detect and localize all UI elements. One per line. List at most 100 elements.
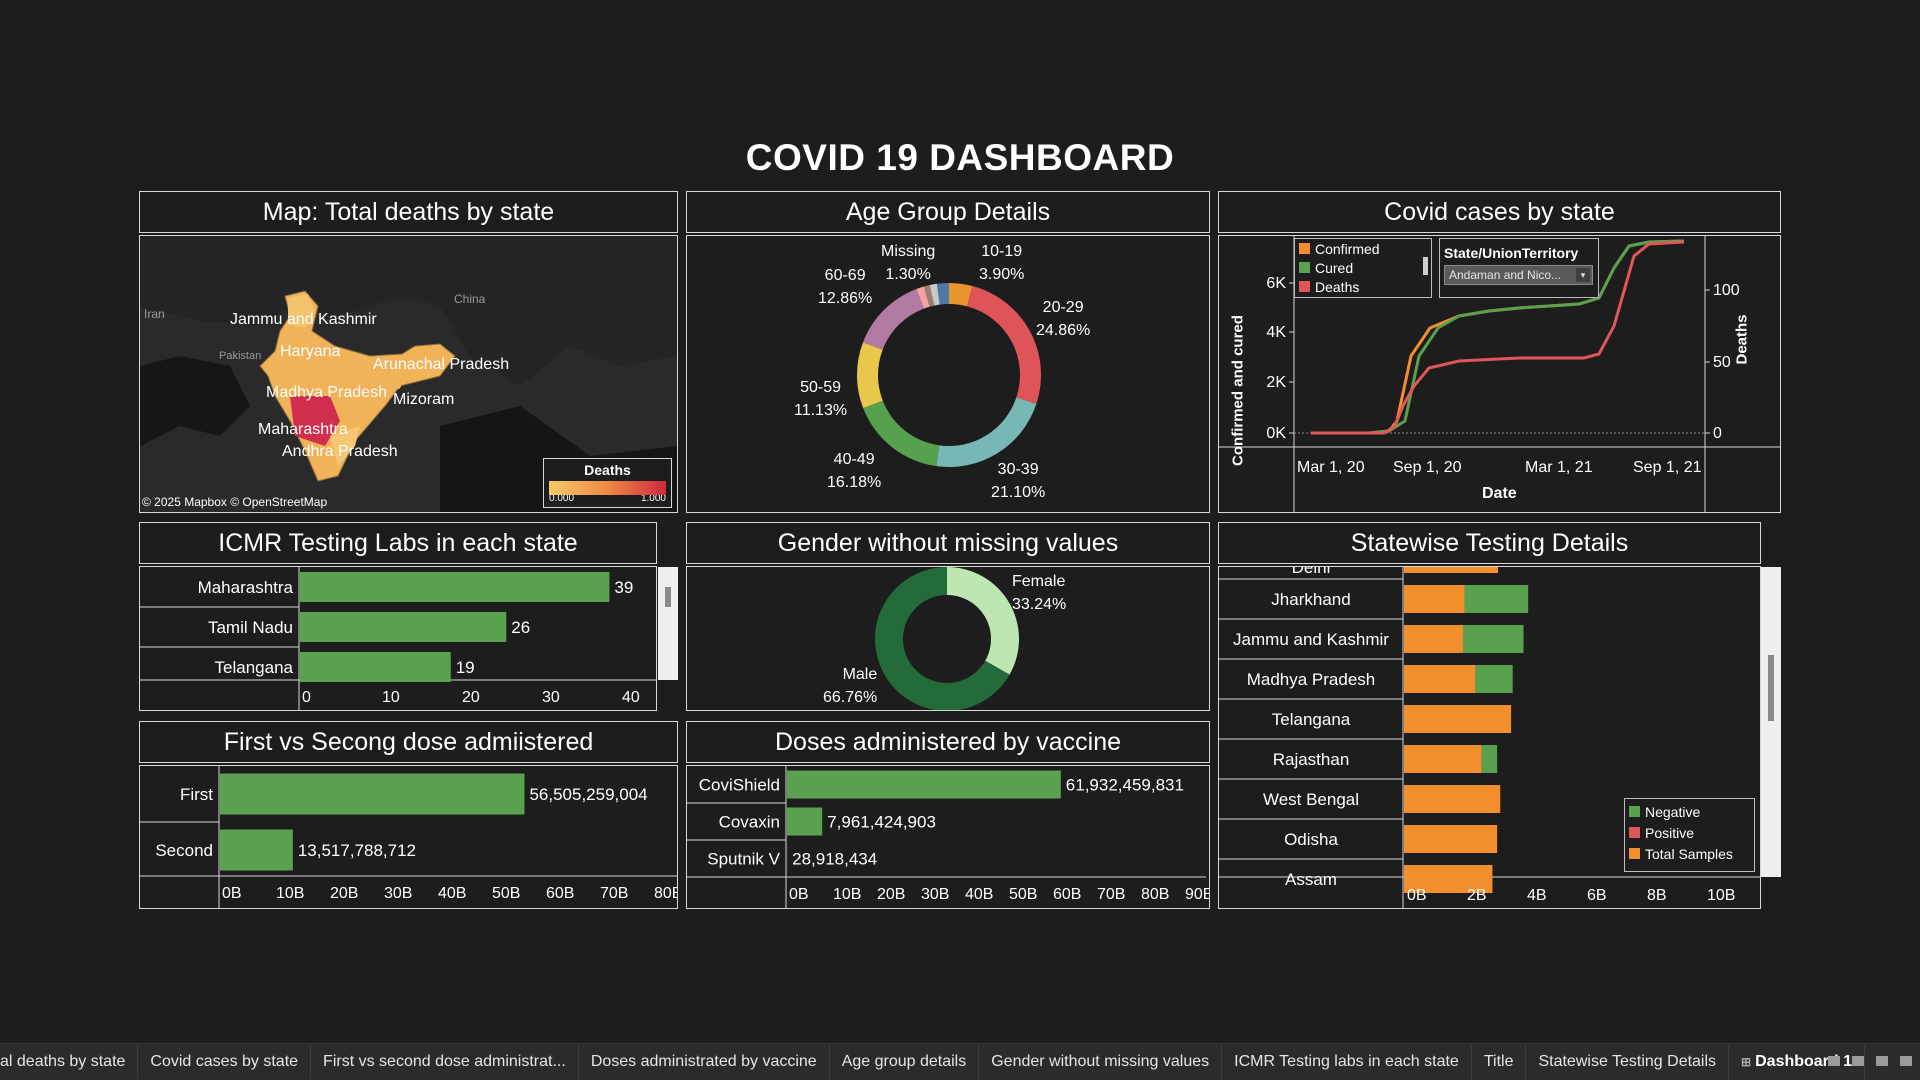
statewise-bar-total[interactable] bbox=[1404, 745, 1482, 773]
tab-covid-cases[interactable]: Covid cases by state bbox=[138, 1045, 312, 1079]
statewise-bar-total[interactable] bbox=[1404, 705, 1512, 733]
legend-confirmed[interactable]: Confirmed bbox=[1295, 239, 1431, 258]
legend-total-samples[interactable]: Total Samples bbox=[1625, 843, 1754, 864]
statewise-tick: 10B bbox=[1707, 887, 1735, 904]
vaccine-bar[interactable] bbox=[787, 807, 823, 836]
tab-title[interactable]: Title bbox=[1472, 1045, 1527, 1079]
cases-ytick-left: 0K bbox=[1266, 425, 1286, 442]
doses-tick: 60B bbox=[546, 885, 574, 902]
tab-doses-by-vaccine[interactable]: Doses administrated by vaccine bbox=[579, 1045, 830, 1079]
tab-age-group[interactable]: Age group details bbox=[830, 1045, 980, 1079]
map-legend-min: 0,000 bbox=[549, 495, 575, 501]
icmr-bar-chart[interactable]: Maharashtra 39 Tamil Nadu 26 Telangana 19 0 10 2… bbox=[140, 567, 656, 710]
legend-scrollbar[interactable] bbox=[1423, 257, 1428, 275]
statewise-bar-total[interactable] bbox=[1404, 585, 1465, 613]
statewise-bar-negative[interactable] bbox=[1475, 665, 1513, 693]
dashboard-title: COVID 19 DASHBOARD bbox=[745, 137, 1175, 178]
icmr-bar-value: 26 bbox=[511, 618, 530, 637]
age-slice-4[interactable] bbox=[967, 286, 1041, 405]
gender-label-female: Female 33.24% bbox=[1012, 573, 1067, 613]
doses-bar-value: 56,505,259,004 bbox=[529, 785, 647, 804]
map-panel[interactable]: Jammu and Kashmir Haryana Arunachal Prad… bbox=[139, 235, 678, 513]
legend-swatch-confirmed bbox=[1299, 243, 1310, 254]
cases-panel[interactable]: 6K 4K 2K 0K 100 50 0 Mar 1, 20 Sep 1, 20 Mar 1, 2… bbox=[1218, 235, 1781, 513]
vaccine-bar-value: 61,932,459,831 bbox=[1066, 776, 1184, 795]
statewise-bar-cut[interactable] bbox=[1404, 567, 1498, 573]
tab-statewise[interactable]: Statewise Testing Details bbox=[1526, 1045, 1730, 1079]
legend-cured[interactable]: Cured bbox=[1295, 258, 1431, 277]
map-label-china: China bbox=[454, 292, 486, 306]
gender-donut[interactable] bbox=[687, 567, 1209, 710]
legend-positive[interactable]: Positive bbox=[1625, 822, 1754, 843]
statewise-bar-negative[interactable] bbox=[1462, 625, 1524, 653]
icmr-bar[interactable] bbox=[300, 652, 451, 682]
icmr-row-label: Tamil Nadu bbox=[208, 618, 293, 637]
vaccine-row-label: Covaxin bbox=[719, 813, 780, 832]
icmr-panel[interactable]: Maharashtra 39 Tamil Nadu 26 Telangana 19 0 10 2… bbox=[139, 566, 678, 711]
map-label-ap: Andhra Pradesh bbox=[282, 443, 398, 460]
age-label-40-49: 40-49 16.18% bbox=[827, 451, 882, 491]
statewise-panel[interactable]: Delhi Jharkhand Jammu and Kashmir Madhya Pr… bbox=[1218, 566, 1781, 909]
tab-first-vs-second[interactable]: First vs second dose administrat... bbox=[311, 1045, 579, 1079]
map-attribution[interactable]: © 2025 Mapbox © OpenStreetMap bbox=[142, 495, 327, 509]
age-donut[interactable] bbox=[687, 236, 1209, 512]
statewise-bar-total[interactable] bbox=[1404, 665, 1476, 693]
doses-tick: 80B bbox=[654, 885, 677, 902]
icmr-heading: ICMR Testing Labs in each state bbox=[139, 522, 657, 564]
tab-icmr-labs[interactable]: ICMR Testing labs in each state bbox=[1222, 1045, 1472, 1079]
doses-bar-chart[interactable]: First 56,505,259,004 Second 13,517,788,712 0… bbox=[140, 766, 677, 908]
statewise-row-label: Jharkhand bbox=[1271, 590, 1350, 609]
statewise-scroll-thumb[interactable] bbox=[1768, 655, 1774, 721]
statewise-bar-negative[interactable] bbox=[1481, 745, 1498, 773]
vaccine-bar-chart[interactable]: CoviShield 61,932,459,831 Covaxin 7,961,424… bbox=[687, 766, 1209, 908]
sheet-tab-bar[interactable]: al deaths by state Covid cases by state … bbox=[0, 1043, 1920, 1080]
cases-legend[interactable]: Confirmed Cured Deaths bbox=[1294, 238, 1432, 298]
statewise-legend[interactable]: Negative Positive Total Samples bbox=[1624, 798, 1755, 872]
tab-gender[interactable]: Gender without missing values bbox=[979, 1045, 1223, 1079]
statewise-bar-total[interactable] bbox=[1404, 785, 1501, 813]
statewise-bar-total[interactable] bbox=[1404, 625, 1463, 653]
icmr-bar[interactable] bbox=[300, 572, 610, 602]
legend-swatch-negative bbox=[1629, 806, 1640, 817]
map-legend-title: Deaths bbox=[584, 462, 631, 478]
vaccine-tick: 60B bbox=[1053, 886, 1081, 903]
view-controls[interactable] bbox=[1828, 1056, 1912, 1066]
vaccine-tick: 0B bbox=[789, 886, 809, 903]
age-label-10-19: 10-19 3.90% bbox=[979, 243, 1025, 283]
vaccine-bar[interactable] bbox=[787, 770, 1061, 799]
cases-xtick: Sep 1, 20 bbox=[1393, 459, 1462, 476]
age-slice-7[interactable] bbox=[857, 342, 883, 409]
vaccine-panel[interactable]: CoviShield 61,932,459,831 Covaxin 7,961,424… bbox=[686, 765, 1210, 909]
gender-slice-0[interactable] bbox=[947, 567, 1019, 675]
vaccine-bar-value: 7,961,424,903 bbox=[827, 813, 936, 832]
statewise-tick: 6B bbox=[1587, 887, 1607, 904]
tab-total-deaths[interactable]: al deaths by state bbox=[0, 1045, 139, 1079]
cases-xtick: Mar 1, 21 bbox=[1525, 459, 1593, 476]
state-filter-dropdown[interactable]: Andaman and Nico... ▾ bbox=[1444, 265, 1593, 285]
state-filter[interactable]: State/UnionTerritory Andaman and Nico...… bbox=[1439, 238, 1599, 298]
statewise-tick: 0B bbox=[1407, 887, 1427, 904]
gender-panel[interactable]: Female 33.24% Male 66.76% bbox=[686, 566, 1210, 711]
present-icon[interactable] bbox=[1900, 1056, 1912, 1066]
map-label-pakistan: Pakistan bbox=[219, 350, 262, 362]
statewise-scrollbar[interactable] bbox=[1761, 567, 1781, 877]
doses-panel[interactable]: First 56,505,259,004 Second 13,517,788,712 0… bbox=[139, 765, 678, 909]
state-filter-title: State/UnionTerritory bbox=[1444, 245, 1579, 261]
legend-deaths[interactable]: Deaths bbox=[1295, 277, 1431, 296]
map-legend[interactable]: Deaths 0,000 1,000 bbox=[543, 458, 672, 508]
statewise-bar-total[interactable] bbox=[1404, 825, 1498, 853]
doses-bar[interactable] bbox=[220, 773, 525, 815]
age-slice-5[interactable] bbox=[936, 397, 1037, 467]
icmr-scroll-thumb[interactable] bbox=[665, 587, 671, 607]
doses-tick: 70B bbox=[600, 885, 628, 902]
filmstrip-icon[interactable] bbox=[1828, 1056, 1840, 1066]
grid-icon[interactable] bbox=[1852, 1056, 1864, 1066]
statewise-bar-negative[interactable] bbox=[1464, 585, 1529, 613]
icmr-bar[interactable] bbox=[300, 612, 507, 642]
fullscreen-icon[interactable] bbox=[1876, 1056, 1888, 1066]
legend-negative[interactable]: Negative bbox=[1625, 801, 1754, 822]
chevron-down-icon[interactable]: ▾ bbox=[1576, 268, 1590, 282]
age-panel[interactable]: Missing 1.30% 10-19 3.90% 20-29 24.86% 30-3… bbox=[686, 235, 1210, 513]
icmr-scrollbar[interactable] bbox=[658, 567, 678, 680]
doses-bar[interactable] bbox=[220, 829, 293, 871]
